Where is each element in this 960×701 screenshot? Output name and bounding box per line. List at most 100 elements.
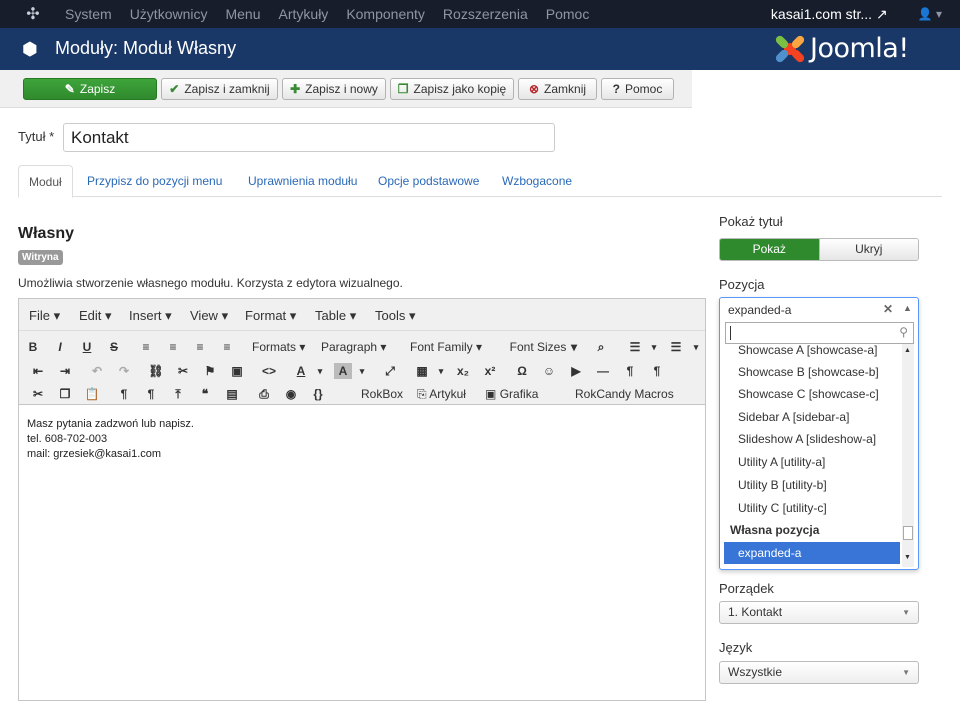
user-icon[interactable]: 👤 ▾ — [918, 7, 942, 21]
list-item[interactable]: Utility A [utility-a] — [724, 451, 900, 473]
media-icon[interactable]: ▶ — [567, 363, 585, 379]
title-input[interactable]: Kontakt — [63, 123, 555, 152]
scroll-thumb[interactable] — [903, 526, 913, 540]
horizontal-rule-icon[interactable]: — — [594, 363, 612, 379]
menu-extensions[interactable]: Rozszerzenia — [434, 0, 537, 28]
chevron-down-icon[interactable]: ▾ — [311, 363, 329, 379]
link-icon[interactable]: ⛓ — [147, 363, 165, 379]
language-select[interactable]: Wszystkie ▼ — [719, 661, 919, 684]
code-sample-icon[interactable]: {} — [309, 386, 327, 402]
italic-icon[interactable]: I — [51, 339, 69, 355]
undo-icon[interactable]: ↶ — [88, 363, 106, 379]
align-right-icon[interactable]: ≡ — [191, 339, 209, 355]
joomla-logo-icon[interactable]: ✣ — [18, 4, 48, 24]
template-icon[interactable]: ▤ — [223, 386, 241, 402]
save-button[interactable]: ✎ Zapisz — [23, 78, 157, 100]
menu-articles[interactable]: Artykuły — [270, 0, 338, 28]
strikethrough-icon[interactable]: S — [105, 339, 123, 355]
special-char-icon[interactable]: Ω — [513, 363, 531, 379]
blockquote-icon[interactable]: ❝ — [196, 386, 214, 402]
emoticon-icon[interactable]: ☺ — [540, 363, 558, 379]
redo-icon[interactable]: ↷ — [115, 363, 133, 379]
options-scrollbar[interactable]: ▲ ▼ — [902, 344, 914, 567]
order-select[interactable]: 1. Kontakt ▼ — [719, 601, 919, 624]
show-blocks-icon[interactable]: ¶ — [142, 386, 160, 402]
paragraph-dropdown[interactable]: Paragraph ▾ — [321, 339, 386, 355]
editor-menu-tools[interactable]: Tools ▾ — [375, 308, 416, 324]
list-item-selected[interactable]: expanded-a — [724, 542, 900, 564]
tab-advanced[interactable]: Wzbogacone — [502, 165, 572, 197]
chevron-down-icon[interactable]: ▾ — [353, 363, 371, 379]
chevron-down-icon[interactable]: ▾ — [645, 339, 663, 355]
copy-icon[interactable]: ❐ — [56, 386, 74, 402]
indent-icon[interactable]: ⇥ — [56, 363, 74, 379]
close-button[interactable]: ⊗ Zamknij — [518, 78, 597, 100]
bold-icon[interactable]: B — [24, 339, 42, 355]
binoculars-icon[interactable]: ⌕ — [592, 339, 610, 355]
font-family-dropdown[interactable]: Font Family ▾ — [410, 339, 482, 355]
underline-icon[interactable]: U — [78, 339, 96, 355]
show-option[interactable]: Pokaż — [720, 239, 819, 260]
save-new-button[interactable]: ✚ Zapisz i nowy — [282, 78, 386, 100]
list-item[interactable]: Utility B [utility-b] — [724, 474, 900, 496]
editor-menu-format[interactable]: Format ▾ — [245, 308, 296, 324]
chevron-down-icon[interactable]: ▾ — [565, 339, 583, 355]
tab-permissions[interactable]: Uprawnienia modułu — [248, 165, 357, 197]
menu-menu[interactable]: Menu — [216, 0, 269, 28]
editor-menu-view[interactable]: View ▾ — [190, 308, 228, 324]
preview-icon[interactable]: ◉ — [282, 386, 300, 402]
text-color-icon[interactable]: A — [292, 363, 310, 379]
image-icon[interactable]: ▣ — [228, 363, 246, 379]
hide-option[interactable]: Ukryj — [818, 239, 918, 260]
chevron-down-icon[interactable]: ▾ — [687, 339, 705, 355]
print-icon[interactable]: ⎙ — [255, 386, 273, 402]
ltr-icon[interactable]: ¶ — [648, 363, 666, 379]
position-select[interactable]: expanded-a ✕ ▲ ⚲ Showcase A [showcase-a]… — [719, 297, 919, 570]
paste-icon[interactable]: 📋 — [83, 386, 101, 402]
editor-menu-file[interactable]: File ▾ — [29, 308, 60, 324]
editor-content[interactable]: Masz pytania zadzwoń lub napisz. tel. 60… — [27, 417, 194, 462]
list-item[interactable]: Showcase A [showcase-a] — [724, 344, 900, 361]
save-close-button[interactable]: ✔ Zapisz i zamknij — [161, 78, 278, 100]
align-center-icon[interactable]: ≡ — [164, 339, 182, 355]
align-justify-icon[interactable]: ≡ — [218, 339, 236, 355]
chevron-down-icon[interactable]: ▾ — [432, 363, 450, 379]
help-button[interactable]: ? Pomoc — [601, 78, 674, 100]
unlink-icon[interactable]: ✂ — [174, 363, 192, 379]
list-item[interactable]: Sidebar A [sidebar-a] — [724, 406, 900, 428]
tab-menu-assignment[interactable]: Przypisz do pozycji menu — [87, 165, 222, 197]
image-button[interactable]: ▣ Grafika — [485, 386, 538, 402]
superscript-icon[interactable]: x² — [481, 363, 499, 379]
tab-basic-options[interactable]: Opcje podstawowe — [378, 165, 479, 197]
code-icon[interactable]: <> — [260, 363, 278, 379]
subscript-icon[interactable]: x₂ — [454, 363, 472, 379]
position-search-input[interactable]: ⚲ — [725, 322, 914, 344]
fullscreen-icon[interactable]: ⤢ — [381, 363, 399, 379]
editor-menu-insert[interactable]: Insert ▾ — [129, 308, 172, 324]
bookmark-icon[interactable]: ⚑ — [201, 363, 219, 379]
menu-system[interactable]: System — [56, 0, 121, 28]
article-button[interactable]: ⎘ Artykuł — [417, 386, 466, 402]
list-item[interactable]: Showcase B [showcase-b] — [724, 361, 900, 383]
list-item[interactable]: Utility C [utility-c] — [724, 497, 900, 519]
background-color-icon[interactable]: A — [334, 363, 352, 379]
paragraph-icon[interactable]: ¶ — [115, 386, 133, 402]
editor-menu-edit[interactable]: Edit ▾ — [79, 308, 112, 324]
chevron-up-icon[interactable]: ▲ — [903, 303, 912, 313]
menu-help[interactable]: Pomoc — [537, 0, 599, 28]
formats-dropdown[interactable]: Formats ▾ — [252, 339, 305, 355]
numbered-list-icon[interactable]: ☰ — [667, 339, 685, 355]
list-item[interactable]: Slideshow A [slideshow-a] — [724, 428, 900, 450]
save-copy-button[interactable]: ❐ Zapisz jako kopię — [390, 78, 514, 100]
tab-module[interactable]: Moduł — [18, 165, 73, 198]
align-left-icon[interactable]: ≡ — [137, 339, 155, 355]
table-icon[interactable]: ▦ — [413, 363, 431, 379]
cut-icon[interactable]: ✂ — [29, 386, 47, 402]
scroll-up-icon[interactable]: ▲ — [904, 347, 911, 354]
upload-icon[interactable]: ⤒ — [169, 386, 187, 402]
site-link[interactable]: kasai1.com str... ↗ — [771, 6, 888, 23]
rtl-icon[interactable]: ¶ — [621, 363, 639, 379]
outdent-icon[interactable]: ⇤ — [29, 363, 47, 379]
clear-icon[interactable]: ✕ — [883, 302, 893, 316]
rokbox-button[interactable]: RokBox — [361, 386, 403, 402]
